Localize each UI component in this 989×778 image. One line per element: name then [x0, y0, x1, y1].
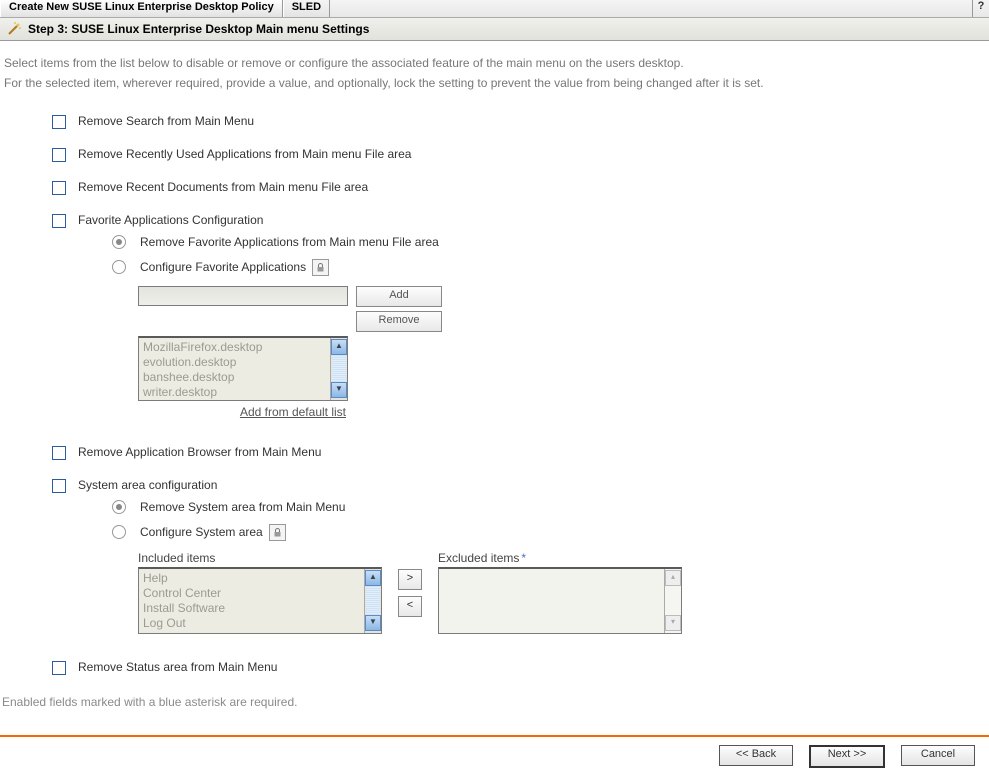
radio-fav-remove[interactable] — [112, 235, 126, 249]
wand-icon — [6, 21, 22, 37]
checkbox-fav-config[interactable] — [52, 214, 66, 228]
scroll-down-icon[interactable]: ▾ — [665, 615, 681, 631]
tab-sled[interactable]: SLED — [283, 0, 330, 17]
top-tabs: Create New SUSE Linux Enterprise Desktop… — [0, 0, 989, 18]
fav-text-input[interactable] — [138, 286, 348, 306]
help-button[interactable]: ? — [972, 0, 989, 17]
checkbox-remove-search[interactable] — [52, 115, 66, 129]
bottom-button-bar: << Back Next >> Cancel — [0, 737, 989, 778]
add-from-default-link[interactable]: Add from default list — [240, 405, 346, 419]
scroll-down-icon[interactable]: ▼ — [331, 382, 347, 398]
label-fav-remove: Remove Favorite Applications from Main m… — [140, 235, 439, 249]
move-right-button[interactable]: > — [398, 569, 422, 590]
radio-fav-configure[interactable] — [112, 260, 126, 274]
tab-create-policy[interactable]: Create New SUSE Linux Enterprise Desktop… — [0, 0, 283, 17]
cancel-button[interactable]: Cancel — [901, 745, 975, 766]
scroll-track[interactable] — [666, 586, 680, 616]
fav-item[interactable]: writer.desktop — [143, 385, 343, 400]
scroll-up-icon[interactable]: ▲ — [331, 339, 347, 355]
checkbox-remove-recent-apps[interactable] — [52, 148, 66, 162]
instructions: Select items from the list below to disa… — [0, 41, 989, 98]
included-item[interactable]: Log Out — [143, 616, 377, 631]
label-remove-search: Remove Search from Main Menu — [78, 114, 254, 128]
instruction-line-2: For the selected item, wherever required… — [4, 73, 985, 93]
checkbox-sys-config[interactable] — [52, 479, 66, 493]
scroll-up-icon[interactable]: ▴ — [665, 570, 681, 586]
label-remove-app-browser: Remove Application Browser from Main Men… — [78, 445, 321, 459]
scrollbar[interactable]: ▲ ▼ — [330, 338, 347, 400]
fav-remove-button[interactable]: Remove — [356, 311, 442, 332]
label-remove-status: Remove Status area from Main Menu — [78, 660, 277, 674]
label-sys-config: System area configuration — [78, 478, 217, 492]
fav-list-box[interactable]: MozillaFirefox.desktop evolution.desktop… — [138, 336, 348, 401]
excluded-items-list[interactable]: ▴ ▾ — [438, 567, 682, 634]
lock-icon[interactable] — [312, 259, 329, 276]
checkbox-remove-recent-docs[interactable] — [52, 181, 66, 195]
lock-icon[interactable] — [269, 524, 286, 541]
included-item[interactable]: Control Center — [143, 586, 377, 601]
included-items-list[interactable]: Help Control Center Install Software Log… — [138, 567, 382, 634]
step-title: Step 3: SUSE Linux Enterprise Desktop Ma… — [28, 22, 369, 36]
scroll-up-icon[interactable]: ▲ — [365, 570, 381, 586]
label-fav-config: Favorite Applications Configuration — [78, 213, 263, 227]
checkbox-remove-status[interactable] — [52, 661, 66, 675]
fav-add-button[interactable]: Add — [356, 286, 442, 307]
required-asterisk: * — [521, 551, 526, 565]
fav-item[interactable]: MozillaFirefox.desktop — [143, 340, 343, 355]
scroll-track[interactable] — [332, 355, 346, 383]
included-items-label: Included items — [138, 551, 382, 565]
excluded-items-label: Excluded items* — [438, 551, 682, 565]
label-remove-recent-apps: Remove Recently Used Applications from M… — [78, 147, 411, 161]
instruction-line-1: Select items from the list below to disa… — [4, 53, 985, 73]
scrollbar[interactable]: ▴ ▾ — [664, 569, 681, 633]
option-list: Remove Search from Main Menu Remove Rece… — [0, 98, 989, 695]
back-button[interactable]: << Back — [719, 745, 793, 766]
included-item[interactable]: Install Software — [143, 601, 377, 616]
radio-sys-remove[interactable] — [112, 500, 126, 514]
included-item[interactable]: Help — [143, 571, 377, 586]
label-remove-recent-docs: Remove Recent Documents from Main menu F… — [78, 180, 368, 194]
radio-sys-configure[interactable] — [112, 525, 126, 539]
label-sys-remove: Remove System area from Main Menu — [140, 500, 345, 514]
move-left-button[interactable]: < — [398, 596, 422, 617]
label-fav-configure: Configure Favorite Applications — [140, 260, 306, 274]
fav-item[interactable]: evolution.desktop — [143, 355, 343, 370]
scrollbar[interactable]: ▲ ▼ — [364, 569, 381, 633]
footer-note: Enabled fields marked with a blue asteri… — [0, 695, 989, 729]
label-sys-configure: Configure System area — [140, 525, 263, 539]
scroll-down-icon[interactable]: ▼ — [365, 615, 381, 631]
scroll-track[interactable] — [366, 586, 380, 616]
fav-item[interactable]: banshee.desktop — [143, 370, 343, 385]
next-button[interactable]: Next >> — [809, 745, 885, 768]
checkbox-remove-app-browser[interactable] — [52, 446, 66, 460]
step-bar: Step 3: SUSE Linux Enterprise Desktop Ma… — [0, 18, 989, 41]
